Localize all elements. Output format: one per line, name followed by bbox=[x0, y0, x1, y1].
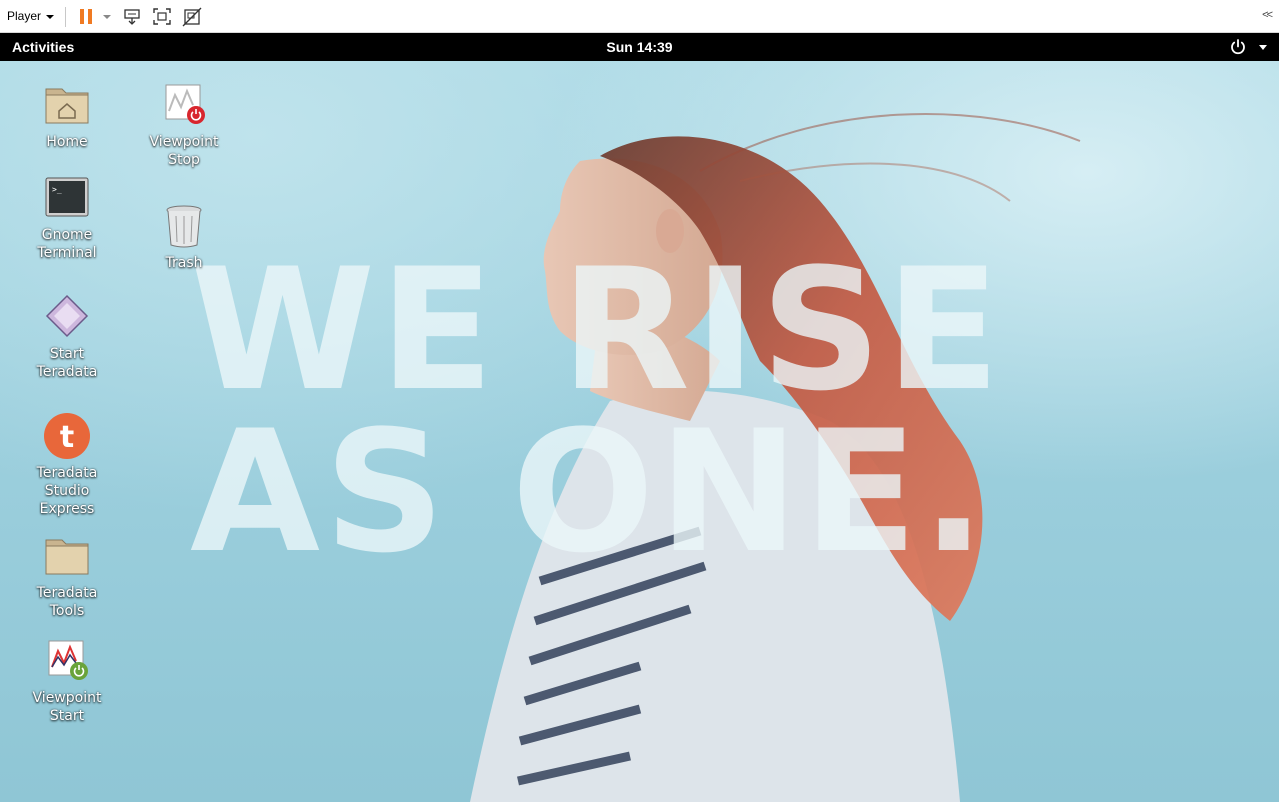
svg-text:t: t bbox=[60, 420, 74, 455]
pause-options-button[interactable] bbox=[101, 6, 113, 28]
collapse-toolbar-button[interactable]: << bbox=[1262, 9, 1273, 21]
desktop-icon-start-teradata[interactable]: Start Teradata bbox=[19, 293, 115, 381]
vm-player-toolbar: Player << bbox=[0, 0, 1279, 33]
player-menu[interactable]: Player bbox=[7, 9, 55, 23]
clock[interactable]: Sun 14:39 bbox=[0, 39, 1279, 55]
send-ctrl-alt-del-icon bbox=[124, 9, 140, 25]
desktop-icon-trash[interactable]: Trash bbox=[136, 202, 232, 272]
desktop-icon-label: Viewpoint Stop bbox=[149, 134, 219, 168]
desktop-icon-label: Viewpoint Start bbox=[32, 690, 102, 724]
desktop-icon-label: Trash bbox=[165, 255, 203, 271]
desktop-icon-label: Gnome Terminal bbox=[37, 227, 97, 261]
desktop-icon-gnome-terminal[interactable]: >_ Gnome Terminal bbox=[19, 174, 115, 262]
send-ctrl-alt-del-button[interactable] bbox=[122, 6, 142, 28]
pause-icon bbox=[80, 9, 84, 24]
start-teradata-icon bbox=[43, 293, 91, 341]
unity-icon bbox=[182, 7, 202, 27]
desktop-icon-label: Home bbox=[46, 134, 88, 150]
dropdown-caret-icon bbox=[103, 15, 111, 19]
desktop-icon-label: Teradata Studio Express bbox=[36, 465, 98, 517]
player-menu-caret-icon bbox=[46, 14, 55, 19]
gnome-top-bar: Activities Sun 14:39 bbox=[0, 33, 1279, 61]
player-menu-label: Player bbox=[7, 9, 42, 23]
power-icon bbox=[1231, 39, 1245, 55]
system-menu[interactable] bbox=[1229, 38, 1267, 56]
fullscreen-icon bbox=[153, 8, 171, 25]
desktop-icon-home[interactable]: Home bbox=[19, 81, 115, 151]
desktop-icon-label: Start Teradata bbox=[36, 346, 98, 380]
trash-icon bbox=[160, 202, 208, 250]
chevron-down-icon bbox=[1259, 45, 1267, 50]
svg-text:>_: >_ bbox=[52, 185, 62, 194]
wallpaper-slogan: WE RISE AS ONE. bbox=[190, 246, 1004, 576]
desktop-icon-teradata-studio-express[interactable]: t Teradata Studio Express bbox=[19, 412, 115, 518]
viewpoint-start-icon bbox=[43, 637, 91, 685]
desktop-icon-teradata-tools[interactable]: Teradata Tools bbox=[19, 532, 115, 620]
viewpoint-stop-icon bbox=[160, 81, 208, 129]
unity-button[interactable] bbox=[182, 6, 202, 28]
folder-icon bbox=[43, 532, 91, 580]
teradata-studio-icon: t bbox=[43, 412, 91, 460]
toolbar-divider bbox=[65, 7, 66, 27]
folder-home-icon bbox=[43, 81, 91, 129]
desktop-icon-viewpoint-start[interactable]: Viewpoint Start bbox=[19, 637, 115, 725]
terminal-icon: >_ bbox=[43, 174, 91, 222]
desktop-icon-label: Teradata Tools bbox=[36, 585, 98, 619]
slogan-line-2: AS ONE. bbox=[190, 394, 990, 590]
desktop-icon-viewpoint-stop[interactable]: Viewpoint Stop bbox=[136, 81, 232, 169]
fullscreen-button[interactable] bbox=[152, 6, 172, 28]
pause-button[interactable] bbox=[78, 6, 96, 28]
desktop[interactable]: WE RISE AS ONE. Home >_ Gnome Terminal S… bbox=[0, 61, 1279, 802]
